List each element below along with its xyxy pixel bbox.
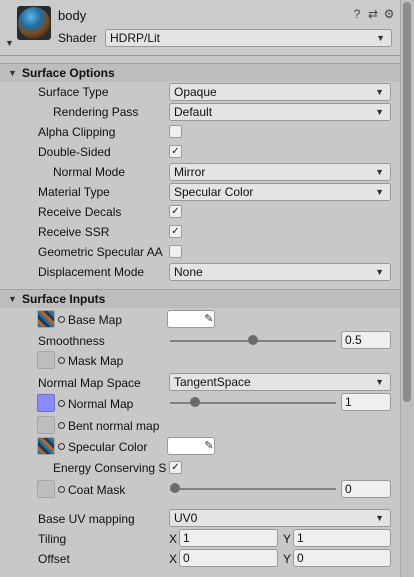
base-map-label: Base Map [68,313,123,327]
normal-mode-label: Normal Mode [53,165,126,179]
alpha-clipping-label: Alpha Clipping [38,125,116,139]
smoothness-value-field[interactable]: 0.5 [341,331,391,349]
offset-y-label: Y [283,552,292,566]
chevron-down-icon: ▼ [375,167,384,177]
specular-color-label: Specular Color [68,440,148,454]
material-header: ▼ body ? ⇄ ⚙ Shader HDRP/Lit ▼ [0,0,400,56]
mask-map-texture-slot[interactable] [37,351,55,369]
chevron-down-icon: ▼ [375,187,384,197]
eyedropper-icon[interactable]: ✎ [202,439,216,453]
normal-mode-dropdown[interactable]: Mirror ▼ [169,163,391,181]
geometric-specular-aa-label: Geometric Specular AA [38,245,163,259]
object-picker-icon[interactable] [58,486,65,493]
object-picker-icon[interactable] [58,316,65,323]
foldout-icon: ▼ [8,294,17,304]
tiling-label: Tiling [38,532,67,546]
surface-type-dropdown[interactable]: Opaque ▼ [169,83,391,101]
energy-conserving-checkbox[interactable]: ✓ [169,461,182,474]
settings-icon[interactable]: ⚙ [383,7,395,21]
coat-mask-value-field[interactable]: 0 [341,480,391,498]
base-uv-mapping-dropdown[interactable]: UV0 ▼ [169,509,391,527]
coat-mask-slider-track[interactable] [170,488,336,490]
alpha-clipping-checkbox[interactable] [169,125,182,138]
tiling-x-field[interactable]: 1 [179,529,278,547]
object-picker-icon[interactable] [58,357,65,364]
base-uv-mapping-label: Base UV mapping [38,512,135,526]
help-icon[interactable]: ? [351,7,363,21]
receive-decals-checkbox[interactable]: ✓ [169,205,182,218]
geometric-specular-aa-checkbox[interactable] [169,245,182,258]
normal-map-texture-slot[interactable] [37,394,55,412]
shader-value: HDRP/Lit [110,31,161,45]
energy-conserving-label: Energy Conserving S [53,461,167,475]
receive-ssr-label: Receive SSR [38,225,110,239]
displacement-mode-label: Displacement Mode [38,265,145,279]
chevron-down-icon: ▼ [375,377,384,387]
preset-icon[interactable]: ⇄ [367,7,379,21]
mask-map-label: Mask Map [68,354,124,368]
coat-mask-texture-slot[interactable] [37,480,55,498]
coat-mask-label: Coat Mask [68,483,126,497]
smoothness-label: Smoothness [38,334,105,348]
chevron-down-icon: ▼ [375,107,384,117]
surface-options-header[interactable]: ▼ Surface Options [0,63,400,82]
bent-normal-map-label: Bent normal map [68,419,160,433]
specular-color-texture-slot[interactable] [37,437,55,455]
header-foldout-icon[interactable]: ▼ [5,38,14,48]
object-picker-icon[interactable] [58,422,65,429]
smoothness-slider-thumb[interactable] [248,335,258,345]
chevron-down-icon: ▼ [375,267,384,277]
shader-label: Shader [58,31,97,45]
double-sided-checkbox[interactable]: ✓ [169,145,182,158]
normal-map-space-label: Normal Map Space [38,376,141,390]
offset-label: Offset [38,552,70,566]
tiling-x-label: X [169,532,178,546]
surface-type-label: Surface Type [38,85,109,99]
offset-x-field[interactable]: 0 [179,549,278,567]
foldout-icon: ▼ [8,68,17,78]
material-type-dropdown[interactable]: Specular Color ▼ [169,183,391,201]
base-map-texture-slot[interactable] [37,310,55,328]
bent-normal-map-texture-slot[interactable] [37,416,55,434]
chevron-down-icon: ▼ [376,33,385,43]
surface-inputs-header[interactable]: ▼ Surface Inputs [0,289,400,308]
rendering-pass-label: Rendering Pass [53,105,139,119]
double-sided-label: Double-Sided [38,145,111,159]
normal-map-value-field[interactable]: 1 [341,393,391,411]
eyedropper-icon[interactable]: ✎ [202,312,216,326]
receive-decals-label: Receive Decals [38,205,122,219]
receive-ssr-checkbox[interactable]: ✓ [169,225,182,238]
object-picker-icon[interactable] [58,443,65,450]
normal-map-label: Normal Map [68,397,134,411]
scrollbar-thumb[interactable] [403,2,411,402]
shader-dropdown[interactable]: HDRP/Lit ▼ [105,29,392,47]
material-preview-thumbnail [17,6,51,40]
normal-map-space-dropdown[interactable]: TangentSpace ▼ [169,373,391,391]
material-name: body [58,8,87,23]
normal-map-slider-thumb[interactable] [189,397,200,407]
chevron-down-icon: ▼ [375,513,384,523]
material-type-label: Material Type [38,185,110,199]
offset-x-label: X [169,552,178,566]
rendering-pass-dropdown[interactable]: Default ▼ [169,103,391,121]
tiling-y-field[interactable]: 1 [293,529,391,547]
chevron-down-icon: ▼ [375,87,384,97]
displacement-mode-dropdown[interactable]: None ▼ [169,263,391,281]
object-picker-icon[interactable] [58,400,65,407]
offset-y-field[interactable]: 0 [293,549,391,567]
tiling-y-label: Y [283,532,292,546]
coat-mask-slider-thumb[interactable] [170,483,180,493]
